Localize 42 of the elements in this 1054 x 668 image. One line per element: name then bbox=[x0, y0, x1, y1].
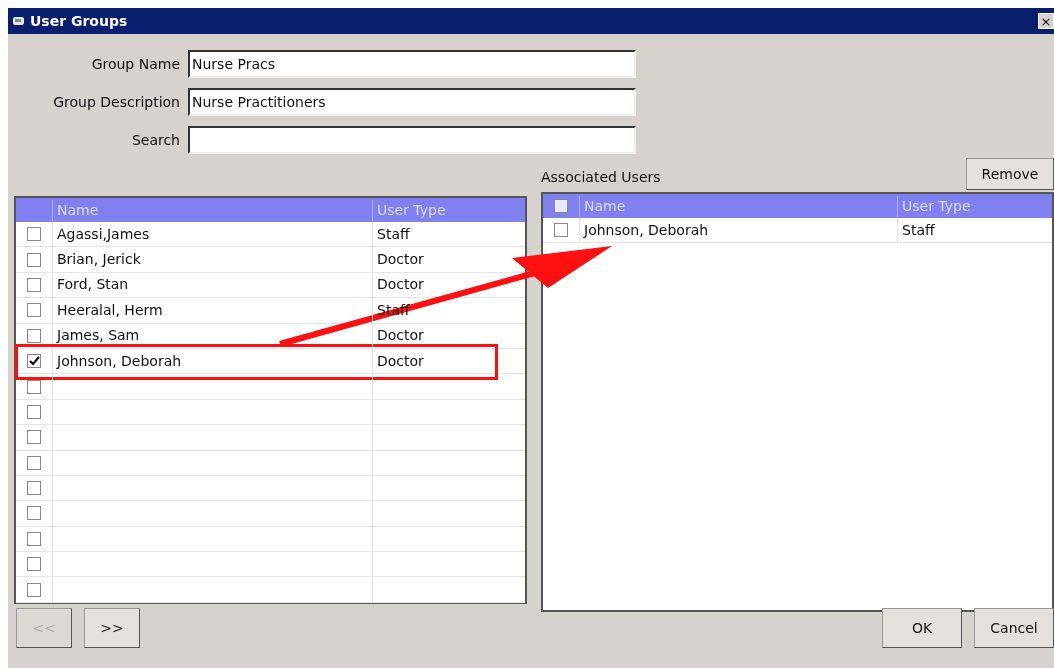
checkbox[interactable] bbox=[27, 277, 41, 292]
checkbox[interactable] bbox=[27, 531, 41, 546]
panel-title: Associated Users bbox=[541, 168, 661, 187]
window-title: User Groups bbox=[30, 11, 128, 31]
move-button[interactable]: >> bbox=[84, 608, 140, 648]
checkbox[interactable] bbox=[27, 354, 41, 369]
table-cell: James, Sam bbox=[52, 323, 372, 348]
field-label: Group Description bbox=[52, 92, 180, 112]
table-cell: Johnson, Deborah bbox=[52, 348, 372, 374]
checkbox[interactable] bbox=[27, 227, 41, 242]
table-cell: Doctor bbox=[372, 272, 525, 298]
checkbox[interactable] bbox=[27, 252, 41, 267]
table-cell: Ford, Stan bbox=[52, 272, 372, 298]
table-cell: Agassi,James bbox=[52, 222, 372, 247]
checkbox[interactable] bbox=[27, 455, 41, 470]
text-field[interactable]: Nurse Pracs bbox=[188, 50, 636, 78]
checkbox[interactable] bbox=[27, 328, 41, 343]
field-label: Search bbox=[130, 130, 180, 150]
checkbox[interactable] bbox=[27, 430, 41, 445]
checkbox[interactable] bbox=[554, 223, 568, 238]
checkbox[interactable] bbox=[554, 199, 568, 213]
checkbox[interactable] bbox=[27, 506, 41, 521]
table-cell: Doctor bbox=[372, 348, 525, 374]
checkbox[interactable] bbox=[27, 557, 41, 572]
dialog-button[interactable]: Cancel bbox=[974, 608, 1054, 648]
table-cell: Staff bbox=[372, 222, 525, 247]
close-button[interactable]: × bbox=[1038, 13, 1054, 29]
window-icon bbox=[12, 15, 26, 27]
field-label: Group Name bbox=[90, 54, 180, 74]
table-cell: Staff bbox=[897, 218, 1052, 243]
checkbox[interactable] bbox=[27, 481, 41, 496]
table-cell: Johnson, Deborah bbox=[579, 218, 897, 243]
dialog-button[interactable]: OK bbox=[882, 608, 962, 648]
table-cell: Heeralal, Herm bbox=[52, 298, 372, 323]
remove-button[interactable]: Remove bbox=[966, 158, 1054, 190]
text-field[interactable] bbox=[188, 126, 636, 154]
checkbox[interactable] bbox=[27, 582, 41, 597]
checkbox[interactable] bbox=[27, 303, 41, 318]
table-cell: Brian, Jerick bbox=[52, 247, 372, 272]
table-cell: Doctor bbox=[372, 323, 525, 348]
checkbox[interactable] bbox=[27, 404, 41, 419]
text-field[interactable]: Nurse Practitioners bbox=[188, 88, 636, 116]
